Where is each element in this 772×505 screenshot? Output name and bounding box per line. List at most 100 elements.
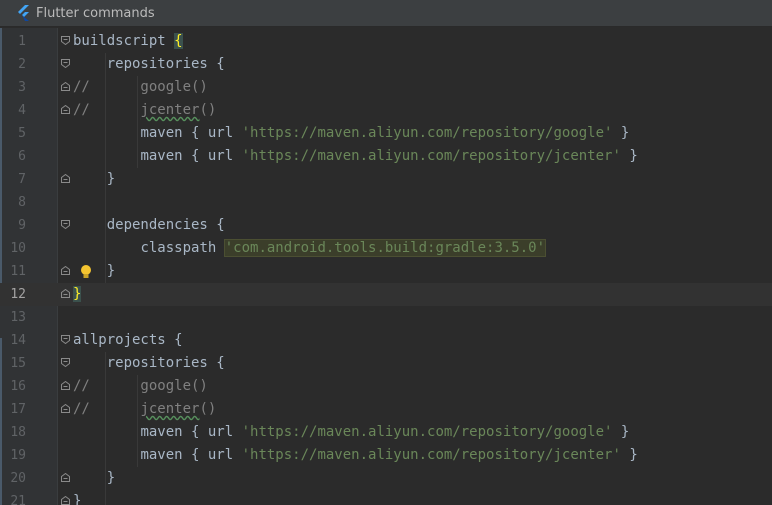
banner-title[interactable]: Flutter commands [36, 6, 155, 21]
line-number[interactable]: 21 [0, 490, 26, 505]
code-token: } [612, 424, 630, 440]
line-number[interactable]: 7 [0, 168, 26, 191]
fold-end-icon[interactable] [61, 496, 70, 505]
code-text[interactable]: classpath 'com.android.tools.build:gradl… [73, 237, 547, 260]
code-line[interactable]: 3 // google() [0, 76, 772, 99]
line-number[interactable]: 19 [0, 444, 26, 467]
comment: // [73, 79, 90, 95]
fold-end-icon[interactable] [61, 381, 70, 390]
code-line[interactable]: 2 repositories { [0, 53, 772, 76]
code-text[interactable]: dependencies { [73, 214, 225, 237]
code-line[interactable]: 15 repositories { [0, 352, 772, 375]
code-token: allprojects { [73, 332, 183, 348]
fold-end-icon[interactable] [61, 289, 70, 298]
string-literal: 'https://maven.aliyun.com/repository/goo… [241, 125, 613, 141]
line-number[interactable]: 3 [0, 76, 26, 99]
code-text[interactable]: } [73, 260, 115, 283]
comment: () [199, 102, 217, 118]
code-text[interactable]: maven { url 'https://maven.aliyun.com/re… [73, 122, 629, 145]
comment: // [73, 401, 90, 417]
code-line[interactable]: 14 allprojects { [0, 329, 772, 352]
code-token: } [620, 447, 638, 463]
line-number[interactable]: 1 [0, 30, 26, 53]
fold-end-icon[interactable] [61, 105, 70, 114]
line-number[interactable]: 14 [0, 329, 26, 352]
fold-collapse-icon[interactable] [61, 358, 70, 367]
code-line[interactable]: 8 [0, 191, 772, 214]
code-text[interactable]: maven { url 'https://maven.aliyun.com/re… [73, 444, 638, 467]
fold-end-icon[interactable] [61, 404, 70, 413]
line-number[interactable]: 4 [0, 99, 26, 122]
code-token: } [73, 493, 82, 505]
line-number[interactable]: 8 [0, 191, 26, 214]
string-literal: 'https://maven.aliyun.com/repository/jce… [241, 447, 621, 463]
code-text[interactable]: } [73, 168, 115, 191]
line-number[interactable]: 6 [0, 145, 26, 168]
line-number[interactable]: 20 [0, 467, 26, 490]
code-line[interactable]: 5 maven { url 'https://maven.aliyun.com/… [0, 122, 772, 145]
code-token: buildscript [73, 33, 175, 49]
fold-end-icon[interactable] [61, 82, 70, 91]
line-number[interactable]: 17 [0, 398, 26, 421]
code-line[interactable]: 16 // google() [0, 375, 772, 398]
code-text[interactable]: allprojects { [73, 329, 183, 352]
code-text[interactable]: repositories { [73, 53, 225, 76]
comment: // [73, 378, 90, 394]
string-literal: 'com.android.tools.build:gradle:3.5.0' [223, 239, 547, 257]
code-text[interactable]: // google() [73, 76, 208, 99]
code-line[interactable]: 6 maven { url 'https://maven.aliyun.com/… [0, 145, 772, 168]
code-line[interactable]: 7 } [0, 168, 772, 191]
code-text[interactable]: repositories { [73, 352, 225, 375]
line-number[interactable]: 2 [0, 53, 26, 76]
code-line[interactable]: 4 // jcenter() [0, 99, 772, 122]
code-text[interactable]: maven { url 'https://maven.aliyun.com/re… [73, 421, 629, 444]
comment: google() [89, 378, 208, 394]
fold-end-icon[interactable] [61, 266, 70, 275]
line-number[interactable]: 13 [0, 306, 26, 329]
code-line[interactable]: 19 maven { url 'https://maven.aliyun.com… [0, 444, 772, 467]
comment: google() [89, 79, 208, 95]
code-line[interactable]: 9 dependencies { [0, 214, 772, 237]
comment: // [73, 102, 90, 118]
comment: jcenter [140, 102, 200, 118]
code-text[interactable]: } [73, 283, 82, 306]
comment [90, 102, 141, 118]
code-token: dependencies { [106, 217, 225, 233]
code-line[interactable]: 11 } [0, 260, 772, 283]
code-text[interactable]: buildscript { [73, 30, 183, 53]
code-line[interactable]: 12} [0, 283, 772, 306]
code-text[interactable]: // google() [73, 375, 208, 398]
code-line[interactable]: 10 classpath 'com.android.tools.build:gr… [0, 237, 772, 260]
code-line[interactable]: 1 buildscript { [0, 30, 772, 53]
line-number[interactable]: 9 [0, 214, 26, 237]
code-text[interactable]: } [73, 490, 81, 505]
code-line[interactable]: 17 // jcenter() [0, 398, 772, 421]
code-token: } [106, 263, 116, 279]
line-number[interactable]: 12 [0, 283, 26, 306]
flutter-commands-banner: Flutter commands [0, 0, 772, 27]
line-number[interactable]: 15 [0, 352, 26, 375]
line-number[interactable]: 16 [0, 375, 26, 398]
fold-end-icon[interactable] [61, 174, 70, 183]
code-token: maven { url [140, 125, 242, 141]
line-number[interactable]: 10 [0, 237, 26, 260]
fold-end-icon[interactable] [61, 473, 70, 482]
fold-collapse-icon[interactable] [61, 220, 70, 229]
code-line[interactable]: 20 } [0, 467, 772, 490]
code-token: } [612, 125, 630, 141]
code-text[interactable]: maven { url 'https://maven.aliyun.com/re… [73, 145, 637, 168]
code-token: maven { url [140, 424, 242, 440]
fold-collapse-icon[interactable] [61, 59, 70, 68]
code-line[interactable]: 18 maven { url 'https://maven.aliyun.com… [0, 421, 772, 444]
line-number[interactable]: 11 [0, 260, 26, 283]
code-editor[interactable]: 1 buildscript {2 repositories {3// google… [0, 28, 772, 505]
code-text[interactable]: } [73, 467, 115, 490]
fold-collapse-icon[interactable] [61, 335, 70, 344]
fold-collapse-icon[interactable] [61, 36, 70, 45]
code-text[interactable]: // jcenter() [73, 398, 216, 421]
line-number[interactable]: 5 [0, 122, 26, 145]
code-line[interactable]: 13 [0, 306, 772, 329]
line-number[interactable]: 18 [0, 421, 26, 444]
code-text[interactable]: // jcenter() [73, 99, 216, 122]
code-line[interactable]: 21} [0, 490, 772, 505]
